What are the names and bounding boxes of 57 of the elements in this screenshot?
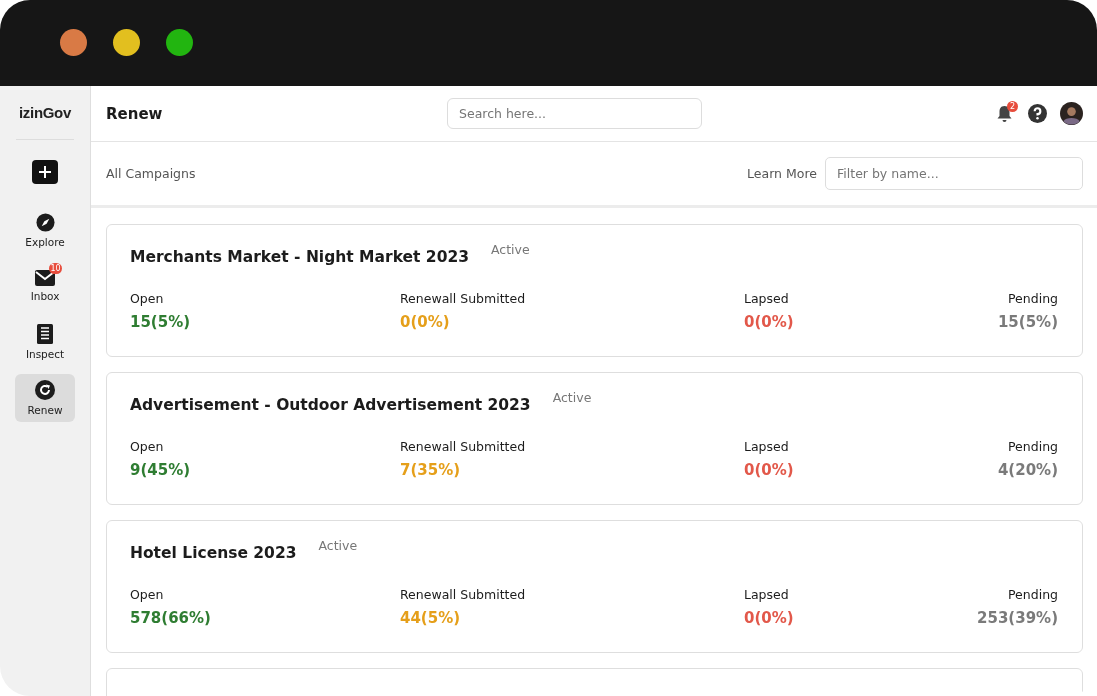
stat-label: Open	[130, 291, 165, 306]
campaign-status: Active	[552, 390, 592, 405]
notification-badge: 2	[1007, 100, 1018, 112]
search-field[interactable]: Search here...	[447, 98, 702, 129]
nav-item[interactable]: Renew	[15, 374, 75, 422]
nav-item[interactable]: Explore	[15, 206, 75, 254]
avatar[interactable]	[1060, 102, 1083, 125]
stat-label: Renewall Submitted	[400, 291, 527, 306]
logo: izinGov	[18, 104, 72, 123]
filter-field[interactable]: Filter by name...	[825, 157, 1083, 190]
campaign-name: Advertisement - Outdoor Advertisement 2023	[130, 396, 531, 414]
stat-value: 4(20%)	[997, 461, 1058, 479]
stat-value: 15(5%)	[997, 313, 1058, 331]
stat-value: 0(0%)	[400, 313, 451, 331]
window-control[interactable]	[113, 29, 140, 56]
count-badge: 10	[49, 263, 62, 274]
nav-item[interactable]: Inspect	[15, 318, 75, 366]
stat-label: Open	[130, 439, 165, 454]
plus-icon	[39, 166, 51, 178]
stat-label: Pending	[1008, 291, 1058, 306]
campaign-status: Active	[491, 242, 530, 257]
stat-value: 0(0%)	[744, 461, 795, 479]
learn-more-link[interactable]: Learn More	[747, 166, 817, 181]
stat-value: 0(0%)	[744, 313, 795, 331]
window-control[interactable]	[60, 29, 87, 56]
campaign-card[interactable]: Merchants Market - Night Market 2023 Active Open 15(5%) Renewall Submitted 0(0%) Lapsed 0(0%) Pending 15(5%)	[106, 224, 1083, 357]
stat-label: Pending	[1008, 587, 1058, 602]
campaign-card[interactable]: Hotel License 2023 Active Open 578(66%) Renewall Submitted 44(5%) Lapsed 0(0%) Pending 253(39%)	[106, 520, 1083, 653]
stat-label: Open	[130, 587, 165, 602]
stat-label: Renewall Submitted	[400, 439, 527, 454]
section-title: All Campaigns	[106, 166, 196, 181]
stat-value: 578(66%)	[130, 609, 212, 627]
stat-label: Pending	[1008, 439, 1058, 454]
bell-icon[interactable]	[995, 104, 1013, 123]
help-icon[interactable]	[1028, 104, 1047, 123]
stat-label: Lapsed	[744, 587, 790, 602]
window-control[interactable]	[166, 29, 193, 56]
compass-icon	[35, 212, 55, 232]
document-icon	[37, 324, 53, 344]
envelope-icon	[35, 270, 55, 286]
add-button[interactable]	[32, 160, 58, 184]
campaign-status: Active	[318, 538, 358, 553]
campaign-name: Merchants Market - Night Market 2023	[130, 248, 469, 266]
stat-label: Renewall Submitted	[400, 587, 527, 602]
stat-value: 7(35%)	[400, 461, 462, 479]
stat-value: 253(39%)	[977, 609, 1058, 627]
campaign-card[interactable]: Advertisement - Outdoor Advertisement 2023 Active Open 9(45%) Renewall Submitted 7(35%) Lapsed 0(0%) Pending 4(20%)	[106, 372, 1083, 505]
stat-value: 0(0%)	[744, 609, 795, 627]
stat-value: 9(45%)	[130, 461, 192, 479]
campaign-name: Hotel License 2023	[130, 544, 297, 562]
stat-label: Lapsed	[744, 291, 790, 306]
stat-value: 15(5%)	[130, 313, 192, 331]
stat-value: 44(5%)	[400, 609, 462, 627]
page-title: Renew	[106, 104, 164, 123]
stat-label: Lapsed	[744, 439, 790, 454]
nav-item[interactable]: Inbox 10	[15, 262, 75, 310]
refresh-icon	[35, 380, 55, 400]
